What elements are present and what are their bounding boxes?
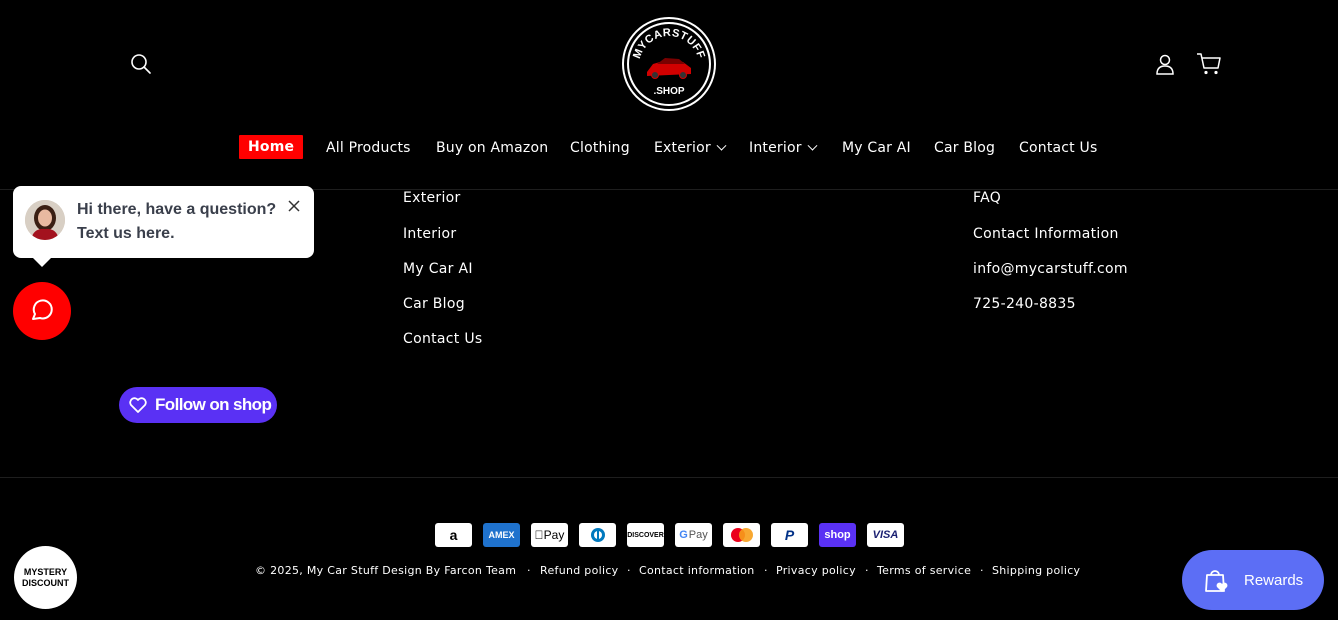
nav-item-exterior-label: Exterior [654, 140, 711, 156]
refund-policy-link[interactable]: Refund policy [540, 564, 619, 580]
diners-club-icon [579, 523, 616, 547]
user-icon [1156, 54, 1174, 75]
footer-link-interior[interactable]: Interior [403, 226, 456, 242]
contact-information-link[interactable]: Contact information [639, 564, 754, 580]
shop-pay-icon: shop [819, 523, 856, 547]
footer-link-contact-us[interactable]: Contact Us [403, 331, 482, 347]
nav-item-my-car-ai[interactable]: My Car AI [842, 136, 911, 160]
chat-prompt-bubble[interactable]: Hi there, have a question? Text us here. [13, 186, 314, 267]
paypal-icon: P [771, 523, 808, 547]
nav-item-contact-us[interactable]: Contact Us [1019, 136, 1097, 160]
footer-link-car-blog[interactable]: Car Blog [403, 296, 465, 312]
rewards-button[interactable]: Rewards [1182, 550, 1324, 610]
logo-bottom-text: .SHOP [653, 86, 684, 97]
footer-link-contact-information[interactable]: Contact Information [973, 226, 1119, 242]
nav-item-interior-label: Interior [749, 140, 802, 156]
privacy-policy-link[interactable]: Privacy policy [776, 564, 856, 580]
footer-link-faq[interactable]: FAQ [973, 190, 1001, 206]
nav-item-home[interactable]: Home [239, 135, 304, 159]
rewards-label: Rewards [1244, 571, 1304, 589]
footer-divider [0, 477, 1338, 478]
nav-item-clothing[interactable]: Clothing [570, 136, 630, 160]
cart-icon [1197, 53, 1221, 75]
chat-icon [32, 299, 53, 320]
visa-icon: VISA [867, 523, 904, 547]
footer-phone-link[interactable]: 725-240-8835 [973, 296, 1076, 312]
footer-link-exterior[interactable]: Exterior [403, 190, 461, 206]
chat-prompt-text: Hi there, have a question? Text us here. [77, 201, 277, 242]
apple-pay-icon: Pay [531, 523, 568, 547]
agent-avatar [25, 200, 65, 240]
discover-icon: DISCOVER [627, 523, 664, 547]
separator: · [980, 564, 984, 577]
search-icon [131, 54, 151, 74]
mystery-discount-label: MYSTERY DISCOUNT [22, 566, 69, 588]
chevron-down-icon [716, 140, 727, 151]
footer-email-link[interactable]: info@mycarstuff.com [973, 261, 1128, 277]
heart-icon [129, 397, 147, 413]
search-button[interactable] [128, 51, 154, 77]
nav-item-buy-on-amazon[interactable]: Buy on Amazon [436, 136, 548, 160]
separator: · [865, 564, 869, 577]
mastercard-icon [723, 523, 760, 547]
mystery-discount-button[interactable]: MYSTERY DISCOUNT [14, 546, 77, 609]
chat-launcher-button[interactable] [13, 282, 71, 340]
nav-item-interior[interactable]: Interior [749, 136, 818, 160]
follow-on-shop-label: Follow on shop [155, 395, 272, 414]
site-logo[interactable]: MYCARSTUFF .SHOP [624, 19, 714, 109]
separator: · [764, 564, 768, 577]
separator: · [527, 564, 531, 577]
footer-link-my-car-ai[interactable]: My Car AI [403, 261, 473, 277]
site-header: MYCARSTUFF .SHOP Home All Products Buy o… [0, 0, 1338, 190]
main-navigation: Home All Products Buy on Amazon Clothing… [0, 133, 1338, 163]
amex-icon: AMEX [483, 523, 520, 547]
amazon-pay-icon: a [435, 523, 472, 547]
nav-item-exterior[interactable]: Exterior [654, 136, 727, 160]
account-button[interactable] [1152, 51, 1178, 77]
shipping-policy-link[interactable]: Shipping policy [992, 564, 1080, 580]
logo-emblem: MYCARSTUFF .SHOP [629, 24, 709, 104]
shopping-bag-heart-icon [1205, 570, 1228, 592]
nav-item-all-products[interactable]: All Products [326, 136, 411, 160]
copyright-text: © 2025, My Car Stuff Design By Farcon Te… [255, 564, 517, 577]
terms-of-service-link[interactable]: Terms of service [877, 564, 971, 580]
google-pay-icon: G Pay [675, 523, 712, 547]
separator: · [627, 564, 631, 577]
nav-item-car-blog[interactable]: Car Blog [934, 136, 995, 160]
chevron-down-icon [807, 140, 818, 151]
cart-button[interactable] [1195, 50, 1223, 78]
close-icon[interactable] [286, 198, 302, 214]
follow-on-shop-button[interactable]: Follow on shop [119, 387, 277, 423]
